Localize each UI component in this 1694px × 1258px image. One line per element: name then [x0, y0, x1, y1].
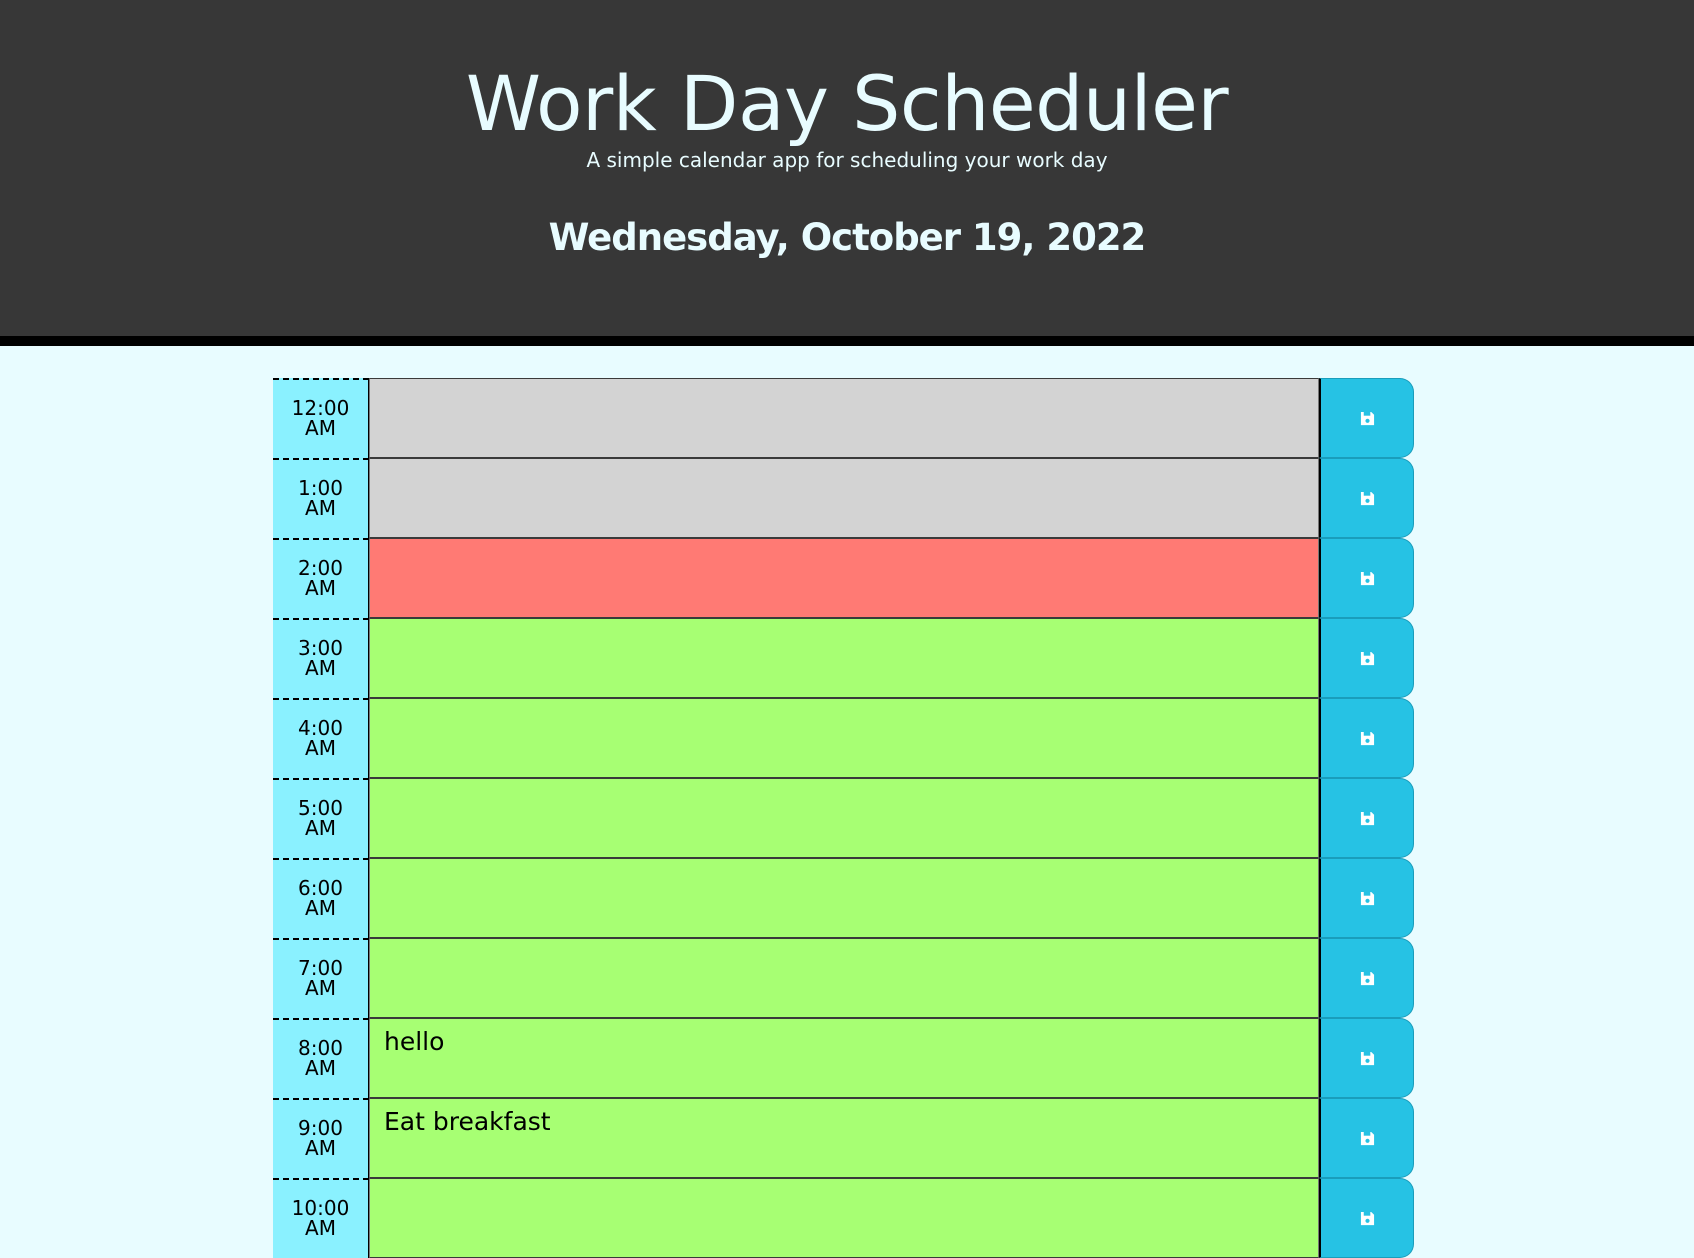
save-button[interactable] [1319, 698, 1414, 778]
hour-period: AM [305, 416, 336, 440]
timeblock-row: 9:00 AM Eat breakfast [273, 1098, 1414, 1178]
hour-period: AM [305, 896, 336, 920]
event-description-input[interactable] [369, 538, 1319, 618]
save-button[interactable] [1319, 1098, 1414, 1178]
hour-period: AM [305, 576, 336, 600]
timeblock-row: 10:00 AM [273, 1178, 1414, 1258]
floppy-disk-icon [1360, 491, 1375, 506]
hour-label: 4:00 AM [273, 698, 369, 778]
floppy-disk-icon [1360, 811, 1375, 826]
hour-label: 10:00 AM [273, 1178, 369, 1258]
floppy-disk-icon [1360, 1051, 1375, 1066]
page-subtitle: A simple calendar app for scheduling you… [586, 148, 1108, 172]
hour-label: 3:00 AM [273, 618, 369, 698]
floppy-disk-icon [1360, 731, 1375, 746]
hour-period: AM [305, 816, 336, 840]
save-button[interactable] [1319, 618, 1414, 698]
event-description-input[interactable] [369, 778, 1319, 858]
save-button[interactable] [1319, 458, 1414, 538]
save-button[interactable] [1319, 378, 1414, 458]
hour-period: AM [305, 976, 336, 1000]
timeblock-row: 7:00 AM [273, 938, 1414, 1018]
floppy-disk-icon [1360, 1211, 1375, 1226]
timeblock-row: 8:00 AM hello [273, 1018, 1414, 1098]
hour-time: 8:00 [298, 1036, 343, 1060]
hour-time: 7:00 [298, 956, 343, 980]
save-button[interactable] [1319, 938, 1414, 1018]
hour-time: 9:00 [298, 1116, 343, 1140]
timeblock-row: 12:00 AM [273, 378, 1414, 458]
page-title: Work Day Scheduler [465, 59, 1229, 148]
floppy-disk-icon [1360, 1131, 1375, 1146]
floppy-disk-icon [1360, 571, 1375, 586]
timeblock-row: 3:00 AM [273, 618, 1414, 698]
event-description-input[interactable] [369, 1178, 1319, 1258]
floppy-disk-icon [1360, 651, 1375, 666]
event-description-input[interactable] [369, 938, 1319, 1018]
event-description-input[interactable] [369, 698, 1319, 778]
hour-label: 5:00 AM [273, 778, 369, 858]
hour-time: 12:00 [291, 396, 350, 420]
hour-label: 6:00 AM [273, 858, 369, 938]
hour-label: 8:00 AM [273, 1018, 369, 1098]
hour-label: 1:00 AM [273, 458, 369, 538]
page-header: Work Day Scheduler A simple calendar app… [0, 0, 1694, 346]
timeblock-row: 2:00 AM [273, 538, 1414, 618]
hour-period: AM [305, 1136, 336, 1160]
hour-period: AM [305, 656, 336, 680]
hour-label: 12:00 AM [273, 378, 369, 458]
hour-period: AM [305, 1216, 336, 1240]
hour-label: 2:00 AM [273, 538, 369, 618]
timeblock-row: 5:00 AM [273, 778, 1414, 858]
hour-time: 4:00 [298, 716, 343, 740]
event-description-input[interactable]: Eat breakfast [369, 1098, 1319, 1178]
save-button[interactable] [1319, 1178, 1414, 1258]
timeblock-row: 4:00 AM [273, 698, 1414, 778]
hour-time: 3:00 [298, 636, 343, 660]
current-date: Wednesday, October 19, 2022 [548, 216, 1147, 259]
event-description-input[interactable] [369, 858, 1319, 938]
save-button[interactable] [1319, 538, 1414, 618]
hour-label: 9:00 AM [273, 1098, 369, 1178]
timeblock-row: 1:00 AM [273, 458, 1414, 538]
save-button[interactable] [1319, 1018, 1414, 1098]
timeblock-row: 6:00 AM [273, 858, 1414, 938]
hour-time: 6:00 [298, 876, 343, 900]
hour-time: 2:00 [298, 556, 343, 580]
hour-period: AM [305, 496, 336, 520]
hour-period: AM [305, 736, 336, 760]
timeblock-container: 12:00 AM 1:00 AM 2:00 AM 3:00 AM 4:00 AM 5:00 AM 6:0… [273, 378, 1414, 1258]
save-button[interactable] [1319, 778, 1414, 858]
event-description-input[interactable] [369, 378, 1319, 458]
event-description-input[interactable] [369, 618, 1319, 698]
hour-time: 5:00 [298, 796, 343, 820]
event-description-input[interactable] [369, 458, 1319, 538]
save-button[interactable] [1319, 858, 1414, 938]
hour-time: 10:00 [291, 1196, 350, 1220]
hour-period: AM [305, 1056, 336, 1080]
hour-label: 7:00 AM [273, 938, 369, 1018]
floppy-disk-icon [1360, 971, 1375, 986]
hour-time: 1:00 [298, 476, 343, 500]
event-description-input[interactable]: hello [369, 1018, 1319, 1098]
floppy-disk-icon [1360, 891, 1375, 906]
floppy-disk-icon [1360, 411, 1375, 426]
